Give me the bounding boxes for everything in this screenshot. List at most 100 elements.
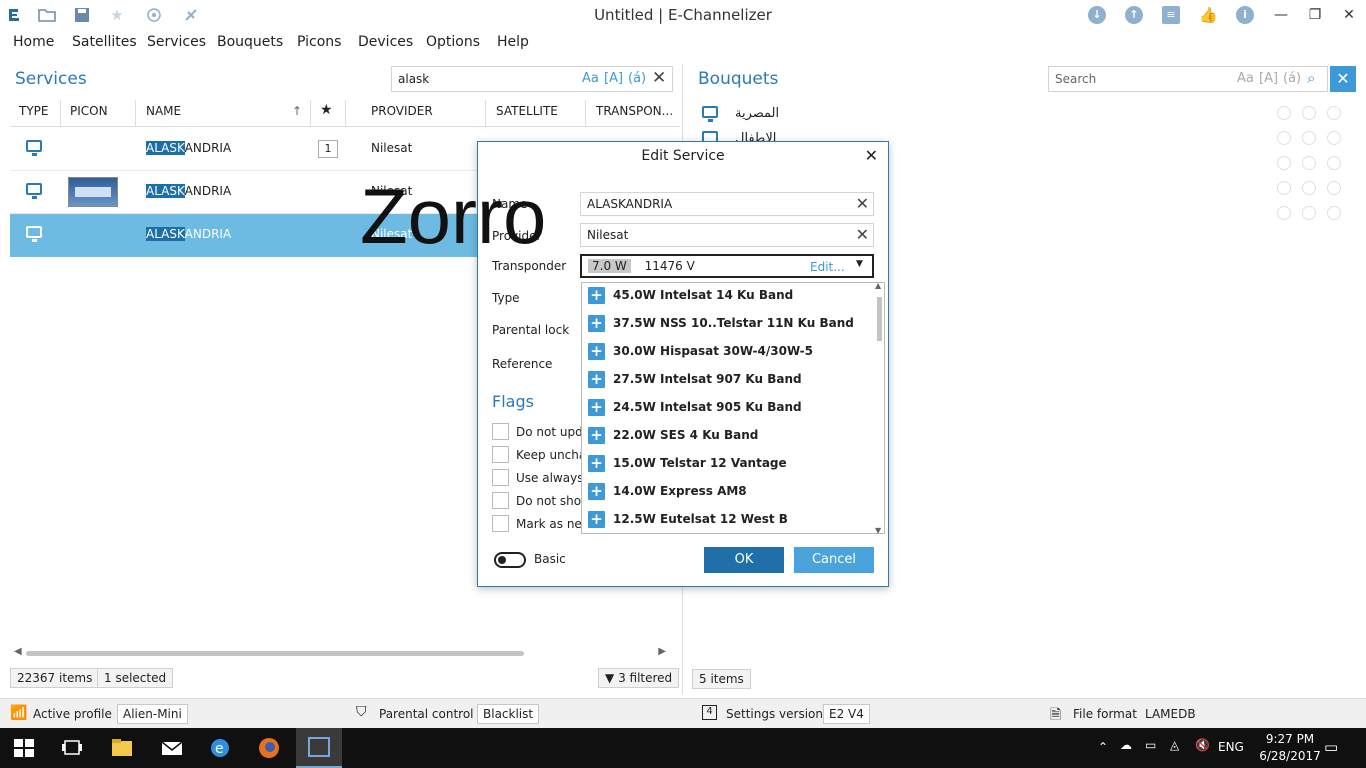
close-bouquets-search-button[interactable]: ✕ <box>1330 66 1356 92</box>
search-icon[interactable]: ⌕ <box>1307 69 1315 87</box>
file-format-value[interactable]: LAMEDB <box>1145 707 1196 721</box>
col-name[interactable]: NAME <box>146 104 181 118</box>
list-item[interactable]: +37.5W NSS 10..Telstar 11N Ku Band <box>588 315 854 335</box>
parental-control-value[interactable]: Blacklist <box>477 704 540 724</box>
selected-count: 1 selected <box>97 668 174 688</box>
clear-name-icon[interactable]: ✕ <box>856 194 869 213</box>
svg-text:e: e <box>215 741 224 757</box>
service-name: ALASKANDRIA <box>146 141 232 155</box>
accent-toggle[interactable]: (á) <box>1283 71 1301 86</box>
clock-date[interactable]: 6/28/2017 <box>1255 749 1325 763</box>
list-item[interactable]: +30.0W Hispasat 30W-4/30W-5 <box>588 343 813 363</box>
flag-checkbox[interactable] <box>492 492 509 509</box>
services-title: Services <box>15 69 87 89</box>
col-picon[interactable]: PICON <box>70 104 108 118</box>
close-window-button[interactable]: ✕ <box>1336 4 1362 26</box>
services-search[interactable]: alask Aa [A] (á) ✕ <box>391 66 673 92</box>
dialog-close-button[interactable]: ✕ <box>865 146 878 165</box>
flag-checkbox[interactable] <box>492 469 509 486</box>
col-type[interactable]: TYPE <box>19 104 48 118</box>
provider-field[interactable]: Nilesat ✕ <box>580 223 874 247</box>
shield-icon: ⛉ <box>356 704 367 720</box>
language-indicator[interactable]: ENG <box>1218 740 1244 754</box>
clear-search-icon[interactable]: ✕ <box>652 68 666 88</box>
accent-toggle[interactable]: (á) <box>628 71 646 86</box>
windows-start-icon[interactable] <box>12 736 36 760</box>
network-icon[interactable]: ◬ <box>1170 738 1179 752</box>
action-center-icon[interactable]: ▭ <box>1324 738 1338 756</box>
menu-satellites[interactable]: Satellites <box>72 34 137 50</box>
task-view-icon[interactable] <box>60 736 84 760</box>
menu-bouquets[interactable]: Bouquets <box>217 34 283 50</box>
shield-icon <box>1327 131 1341 145</box>
server-icon[interactable]: ≡ <box>1162 6 1180 24</box>
tv-icon <box>26 226 42 242</box>
download-icon[interactable]: ↓ <box>1088 6 1106 24</box>
firefox-icon[interactable] <box>257 736 281 760</box>
minimize-button[interactable]: — <box>1268 4 1294 26</box>
menu-home[interactable]: Home <box>13 34 54 50</box>
list-item[interactable]: +24.5W Intelsat 905 Ku Band <box>588 399 802 419</box>
col-satellite[interactable]: SATELLITE <box>496 104 558 118</box>
list-item[interactable]: +15.0W Telstar 12 Vantage <box>588 455 787 475</box>
services-search-input[interactable]: alask <box>398 72 429 86</box>
menu-options[interactable]: Options <box>426 34 480 50</box>
echannelizer-taskbar-button[interactable] <box>296 728 342 768</box>
battery-icon[interactable]: ▭ <box>1145 738 1156 752</box>
upload-icon[interactable]: ↑ <box>1125 6 1143 24</box>
match-case-toggle[interactable]: Aa <box>1237 71 1254 86</box>
flag-checkbox[interactable] <box>492 515 509 532</box>
services-horizontal-scrollbar[interactable]: ◀ ▶ <box>10 646 670 660</box>
chevron-up-icon[interactable]: ⌃ <box>1098 740 1108 754</box>
mail-icon[interactable] <box>160 736 184 760</box>
basic-mode-toggle[interactable] <box>494 552 526 568</box>
info-icon <box>1277 106 1291 120</box>
col-transponder[interactable]: TRANSPON... <box>596 104 673 118</box>
picon-image <box>68 177 118 207</box>
menu-picons[interactable]: Picons <box>297 34 341 50</box>
list-item[interactable]: +22.0W SES 4 Ku Band <box>588 427 758 447</box>
bouquets-search[interactable]: Search Aa [A] (á) ⌕ <box>1048 66 1328 92</box>
whole-word-toggle[interactable]: [A] <box>1259 71 1278 86</box>
file-explorer-icon[interactable] <box>110 736 134 760</box>
col-provider[interactable]: PROVIDER <box>371 104 433 118</box>
flag-checkbox[interactable] <box>492 423 509 440</box>
maximize-button[interactable]: ❐ <box>1302 4 1328 26</box>
list-item[interactable]: +45.0W Intelsat 14 Ku Band <box>588 287 793 307</box>
active-profile-value[interactable]: Alien-Mini <box>117 704 188 724</box>
hidden-icon <box>1302 106 1316 120</box>
thumbs-up-icon[interactable]: 👍 <box>1199 6 1218 24</box>
list-item[interactable]: +27.5W Intelsat 907 Ku Band <box>588 371 802 391</box>
star-icon[interactable]: ★ <box>320 102 333 118</box>
menu-help[interactable]: Help <box>497 34 529 50</box>
transponder-select[interactable]: 7.0 W 11476 V Edit... ▼ <box>580 254 874 278</box>
bouquets-search-input[interactable]: Search <box>1055 72 1096 86</box>
dropdown-scrollbar[interactable]: ▲ ▼ <box>874 281 884 535</box>
whole-word-toggle[interactable]: [A] <box>604 71 623 86</box>
parental-lock-label: Parental lock <box>492 323 570 337</box>
volume-muted-icon[interactable]: 🔇 <box>1195 738 1210 752</box>
flag-checkbox[interactable] <box>492 446 509 463</box>
edit-transponder-link[interactable]: Edit... <box>810 260 845 274</box>
name-field[interactable]: ALASKANDRIA ✕ <box>580 192 874 216</box>
internet-explorer-icon[interactable]: e <box>208 736 232 760</box>
info-icon[interactable]: i <box>1236 6 1254 24</box>
chevron-down-icon: ▼ <box>856 259 863 269</box>
filtered-count[interactable]: ▼ 3 filtered <box>598 668 680 688</box>
onedrive-icon[interactable]: ☁ <box>1120 738 1132 752</box>
menu-devices[interactable]: Devices <box>358 34 413 50</box>
clock-time[interactable]: 9:27 PM <box>1260 732 1320 746</box>
ok-button[interactable]: OK <box>704 547 784 573</box>
list-item[interactable]: +12.5W Eutelsat 12 West B <box>588 511 788 531</box>
settings-version-value[interactable]: E2 V4 <box>823 704 870 724</box>
bouquet-item[interactable]: المصرية <box>698 104 1258 124</box>
table-row[interactable]: ALASKANDRIA 1 Nilesat <box>10 128 480 171</box>
menu-services[interactable]: Services <box>147 34 206 50</box>
cancel-button[interactable]: Cancel <box>794 547 874 573</box>
clear-provider-icon[interactable]: ✕ <box>856 225 869 244</box>
match-case-toggle[interactable]: Aa <box>582 71 599 86</box>
plus-icon: + <box>588 511 605 528</box>
list-item[interactable]: +14.0W Express AM8 <box>588 483 747 503</box>
title-bar: ★ Untitled | E-Channelizer ↓ ↑ ≡ 👍 i — ❐… <box>0 0 1366 30</box>
service-name: ALASKANDRIA <box>146 184 232 198</box>
